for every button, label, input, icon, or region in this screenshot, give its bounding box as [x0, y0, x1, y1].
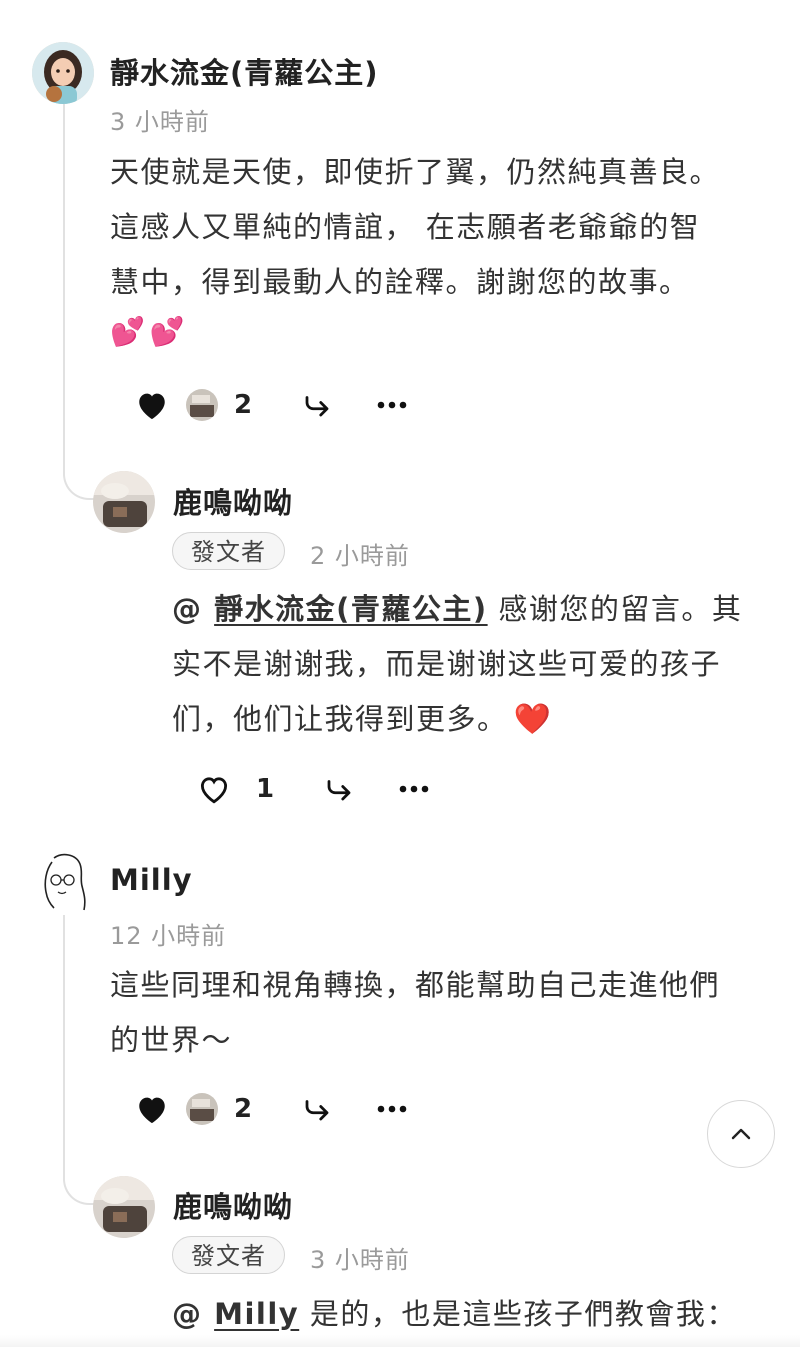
- reply-author[interactable]: 鹿鳴呦呦: [173, 480, 293, 522]
- comment-time: 3 小時前: [110, 108, 210, 136]
- thread-line: [63, 104, 65, 464]
- comment-line: 慧中，得到最動人的詮釋。謝謝您的故事。: [110, 265, 690, 299]
- bottom-fade: [0, 1335, 800, 1347]
- like-button[interactable]: [130, 1089, 174, 1129]
- reply-line: @ Milly 是的，也是這些孩子們教會我：: [172, 1287, 792, 1342]
- comment-line: 的世界～: [110, 1023, 233, 1057]
- liker-avatar: [186, 1093, 218, 1125]
- more-dots-icon: [399, 785, 429, 793]
- more-button[interactable]: [392, 769, 436, 809]
- like-count: 2: [234, 390, 253, 420]
- reply-body: @ Milly 是的，也是這些孩子們教會我：: [172, 1287, 792, 1342]
- reply-time: 2 小時前: [310, 542, 410, 570]
- thread-connector: [63, 1145, 95, 1205]
- reply-line-text: 们，他们让我得到更多。: [172, 702, 508, 736]
- share-arrow-icon: [305, 396, 329, 417]
- reply-line: 实不是谢谢我，而是谢谢这些可爱的孩子: [172, 647, 722, 681]
- mention-link[interactable]: 靜水流金(青蘿公主): [214, 592, 488, 626]
- comment-actions: 2: [130, 1089, 430, 1129]
- like-button[interactable]: [130, 385, 174, 425]
- heart-outline-icon: [200, 777, 228, 804]
- comment-line: 天使就是天使，即使折了翼，仍然純真善良。: [110, 155, 721, 189]
- comment-line: 這感人又單純的情誼， 在志願者老爺爺的智: [110, 210, 701, 244]
- thread-line: [63, 915, 65, 1170]
- reply-body: @ 靜水流金(青蘿公主) 感谢您的留言。其 实不是谢谢我，而是谢谢这些可爱的孩子…: [172, 582, 792, 747]
- comment-body: 這些同理和視角轉換，都能幫助自己走進他們 的世界～: [110, 958, 800, 1068]
- share-arrow-icon: [327, 780, 351, 801]
- more-button[interactable]: [370, 385, 414, 425]
- reply-line: 们，他们让我得到更多。 ❤️: [172, 692, 792, 747]
- red-heart-emoji: ❤️: [513, 702, 553, 737]
- mention-at: @: [172, 1297, 215, 1331]
- share-arrow-icon: [305, 1100, 329, 1121]
- reply-button[interactable]: [295, 1089, 339, 1129]
- avatar[interactable]: [32, 42, 94, 104]
- reply-button[interactable]: [295, 385, 339, 425]
- avatar[interactable]: [34, 852, 92, 914]
- reply-line-text: 感谢您的留言。其: [487, 592, 743, 626]
- reply-line: @ 靜水流金(青蘿公主) 感谢您的留言。其: [172, 582, 792, 637]
- avatar[interactable]: [93, 1176, 155, 1238]
- comment-body: 天使就是天使，即使折了翼，仍然純真善良。 這感人又單純的情誼， 在志願者老爺爺的…: [110, 145, 790, 310]
- like-count: 1: [256, 774, 275, 804]
- emoji-hearts: 💕 💕: [110, 315, 185, 348]
- reply-time: 3 小時前: [310, 1246, 410, 1274]
- heart-filled-icon: [139, 393, 165, 420]
- reply-actions: 1: [192, 769, 452, 809]
- chevron-up-icon: [731, 1128, 751, 1140]
- comment-author[interactable]: Milly: [110, 863, 193, 897]
- comment-time: 12 小時前: [110, 922, 227, 950]
- avatar[interactable]: [93, 471, 155, 533]
- reply-author[interactable]: 鹿鳴呦呦: [173, 1184, 293, 1226]
- comment-author[interactable]: 靜水流金(青蘿公主): [110, 50, 379, 92]
- reply-button[interactable]: [317, 769, 361, 809]
- like-count: 2: [234, 1094, 253, 1124]
- reply-line-text: 是的，也是這些孩子們教會我：: [299, 1297, 737, 1331]
- thread-connector: [63, 440, 95, 500]
- liker-avatar: [186, 389, 218, 421]
- more-dots-icon: [377, 1105, 407, 1113]
- more-button[interactable]: [370, 1089, 414, 1129]
- author-badge: 發文者: [172, 532, 285, 570]
- author-badge: 發文者: [172, 1236, 285, 1274]
- scroll-to-top-button[interactable]: [707, 1100, 775, 1168]
- mention-link[interactable]: Milly: [214, 1297, 299, 1331]
- comment-actions: 2: [130, 385, 430, 425]
- more-dots-icon: [377, 401, 407, 409]
- like-button[interactable]: [192, 769, 236, 809]
- mention-at: @: [172, 592, 215, 626]
- comment-line: 這些同理和視角轉換，都能幫助自己走進他們: [110, 968, 721, 1002]
- heart-filled-icon: [139, 1097, 165, 1124]
